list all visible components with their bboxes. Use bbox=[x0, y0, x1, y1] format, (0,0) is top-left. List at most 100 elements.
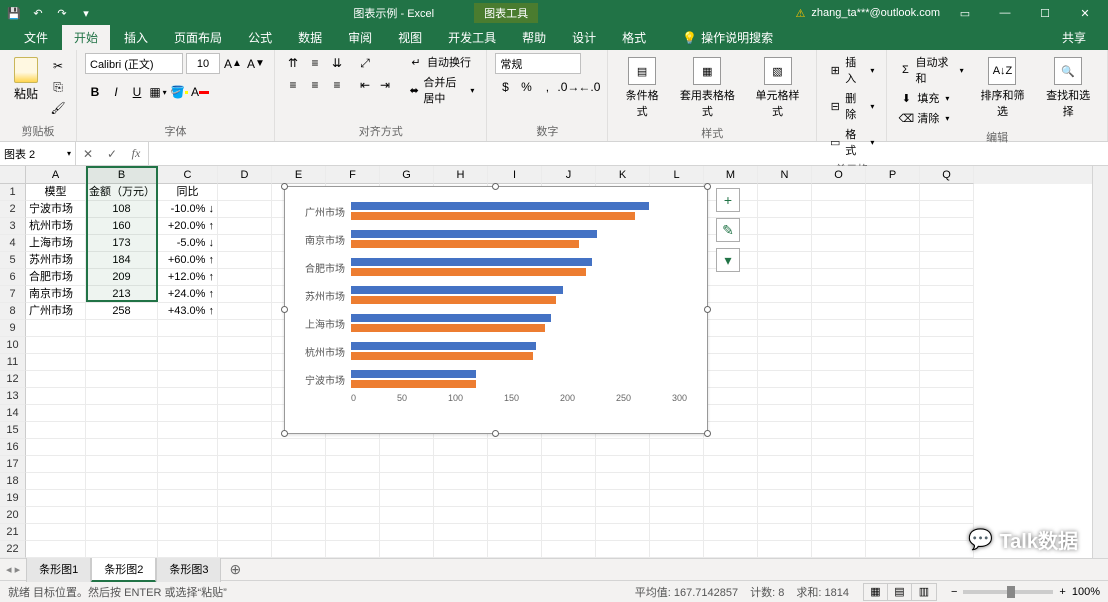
cell[interactable] bbox=[920, 235, 974, 252]
cell[interactable] bbox=[488, 456, 542, 473]
cell[interactable] bbox=[542, 456, 596, 473]
cell[interactable] bbox=[26, 456, 86, 473]
align-middle-icon[interactable]: ≡ bbox=[305, 53, 325, 73]
resize-handle[interactable] bbox=[492, 430, 499, 437]
cell[interactable] bbox=[812, 490, 866, 507]
tab-developer[interactable]: 开发工具 bbox=[436, 25, 508, 50]
normal-view-icon[interactable]: ▦ bbox=[864, 584, 888, 600]
cell[interactable] bbox=[488, 541, 542, 558]
cell[interactable] bbox=[434, 490, 488, 507]
chart-styles-button[interactable]: ✎ bbox=[716, 218, 740, 242]
cut-icon[interactable]: ✂ bbox=[48, 57, 68, 75]
cell[interactable] bbox=[758, 439, 812, 456]
cell[interactable]: +60.0% ↑ bbox=[158, 252, 218, 269]
cell[interactable] bbox=[758, 490, 812, 507]
wrap-text-button[interactable]: ↵自动换行 bbox=[405, 53, 478, 71]
resize-handle[interactable] bbox=[281, 306, 288, 313]
cell[interactable] bbox=[920, 320, 974, 337]
cell[interactable] bbox=[812, 286, 866, 303]
cell[interactable] bbox=[812, 201, 866, 218]
cell[interactable] bbox=[158, 354, 218, 371]
cell[interactable] bbox=[650, 456, 704, 473]
cell[interactable]: -10.0% ↓ bbox=[158, 201, 218, 218]
cell[interactable] bbox=[704, 507, 758, 524]
cell[interactable] bbox=[86, 422, 158, 439]
cell[interactable] bbox=[866, 507, 920, 524]
cell[interactable] bbox=[812, 371, 866, 388]
cell[interactable] bbox=[596, 456, 650, 473]
cell[interactable] bbox=[920, 303, 974, 320]
column-header[interactable]: N bbox=[758, 166, 812, 184]
cell[interactable] bbox=[326, 456, 380, 473]
cell[interactable] bbox=[704, 388, 758, 405]
cell[interactable] bbox=[26, 337, 86, 354]
resize-handle[interactable] bbox=[704, 306, 711, 313]
cell[interactable] bbox=[920, 439, 974, 456]
undo-icon[interactable]: ↶ bbox=[28, 3, 48, 23]
cell[interactable] bbox=[758, 269, 812, 286]
cell[interactable] bbox=[26, 388, 86, 405]
cell[interactable] bbox=[704, 456, 758, 473]
chart-bar-row[interactable]: 南京市场 bbox=[295, 225, 697, 253]
chart-plot-area[interactable]: 广州市场南京市场合肥市场苏州市场上海市场杭州市场宁波市场050100150200… bbox=[295, 197, 697, 423]
cell[interactable] bbox=[218, 286, 272, 303]
cell[interactable] bbox=[86, 405, 158, 422]
cell[interactable] bbox=[326, 507, 380, 524]
chart-bar-row[interactable]: 广州市场 bbox=[295, 197, 697, 225]
cell[interactable] bbox=[920, 490, 974, 507]
column-header[interactable]: A bbox=[26, 166, 86, 184]
cell[interactable] bbox=[704, 473, 758, 490]
cell[interactable] bbox=[758, 422, 812, 439]
cell[interactable] bbox=[86, 439, 158, 456]
column-header[interactable]: K bbox=[596, 166, 650, 184]
border-icon[interactable]: ▦▾ bbox=[148, 82, 168, 102]
formula-input[interactable] bbox=[149, 142, 1108, 165]
cell[interactable] bbox=[758, 524, 812, 541]
tell-me-search[interactable]: 💡 操作说明搜索 bbox=[674, 25, 781, 50]
cell[interactable] bbox=[866, 456, 920, 473]
cell[interactable] bbox=[26, 354, 86, 371]
row-header[interactable]: 21 bbox=[0, 524, 26, 541]
format-painter-icon[interactable]: 🖌 bbox=[48, 99, 68, 117]
cell[interactable] bbox=[920, 269, 974, 286]
tab-formulas[interactable]: 公式 bbox=[236, 25, 284, 50]
cell[interactable] bbox=[218, 252, 272, 269]
cell[interactable] bbox=[158, 388, 218, 405]
minimize-icon[interactable]: — bbox=[986, 2, 1024, 24]
cell[interactable]: 南京市场 bbox=[26, 286, 86, 303]
cell[interactable]: 173 bbox=[86, 235, 158, 252]
cell[interactable] bbox=[218, 320, 272, 337]
insert-function-icon[interactable]: fx bbox=[124, 146, 148, 161]
chart-bar-row[interactable]: 苏州市场 bbox=[295, 281, 697, 309]
row-header[interactable]: 12 bbox=[0, 371, 26, 388]
cell[interactable] bbox=[758, 507, 812, 524]
cell[interactable] bbox=[26, 422, 86, 439]
cell[interactable] bbox=[812, 541, 866, 558]
cell[interactable] bbox=[218, 303, 272, 320]
cell[interactable] bbox=[272, 524, 326, 541]
tab-file[interactable]: 文件 bbox=[12, 25, 60, 50]
cell[interactable] bbox=[218, 388, 272, 405]
column-header[interactable]: G bbox=[380, 166, 434, 184]
zoom-level[interactable]: 100% bbox=[1072, 586, 1100, 598]
cell[interactable] bbox=[26, 473, 86, 490]
cell[interactable] bbox=[380, 439, 434, 456]
cell[interactable] bbox=[380, 473, 434, 490]
cell[interactable] bbox=[920, 422, 974, 439]
cell[interactable] bbox=[812, 354, 866, 371]
number-format-select[interactable] bbox=[495, 53, 581, 74]
cell[interactable] bbox=[920, 201, 974, 218]
cell[interactable] bbox=[218, 507, 272, 524]
row-header[interactable]: 10 bbox=[0, 337, 26, 354]
cell[interactable] bbox=[158, 456, 218, 473]
cell[interactable] bbox=[812, 524, 866, 541]
cell[interactable] bbox=[26, 320, 86, 337]
cell[interactable] bbox=[158, 337, 218, 354]
save-icon[interactable]: 💾 bbox=[4, 3, 24, 23]
format-as-table-button[interactable]: ▦套用表格格式 bbox=[672, 53, 743, 123]
cell[interactable] bbox=[326, 473, 380, 490]
cell[interactable] bbox=[542, 541, 596, 558]
cell[interactable]: +24.0% ↑ bbox=[158, 286, 218, 303]
cell[interactable] bbox=[26, 524, 86, 541]
cell[interactable] bbox=[650, 490, 704, 507]
